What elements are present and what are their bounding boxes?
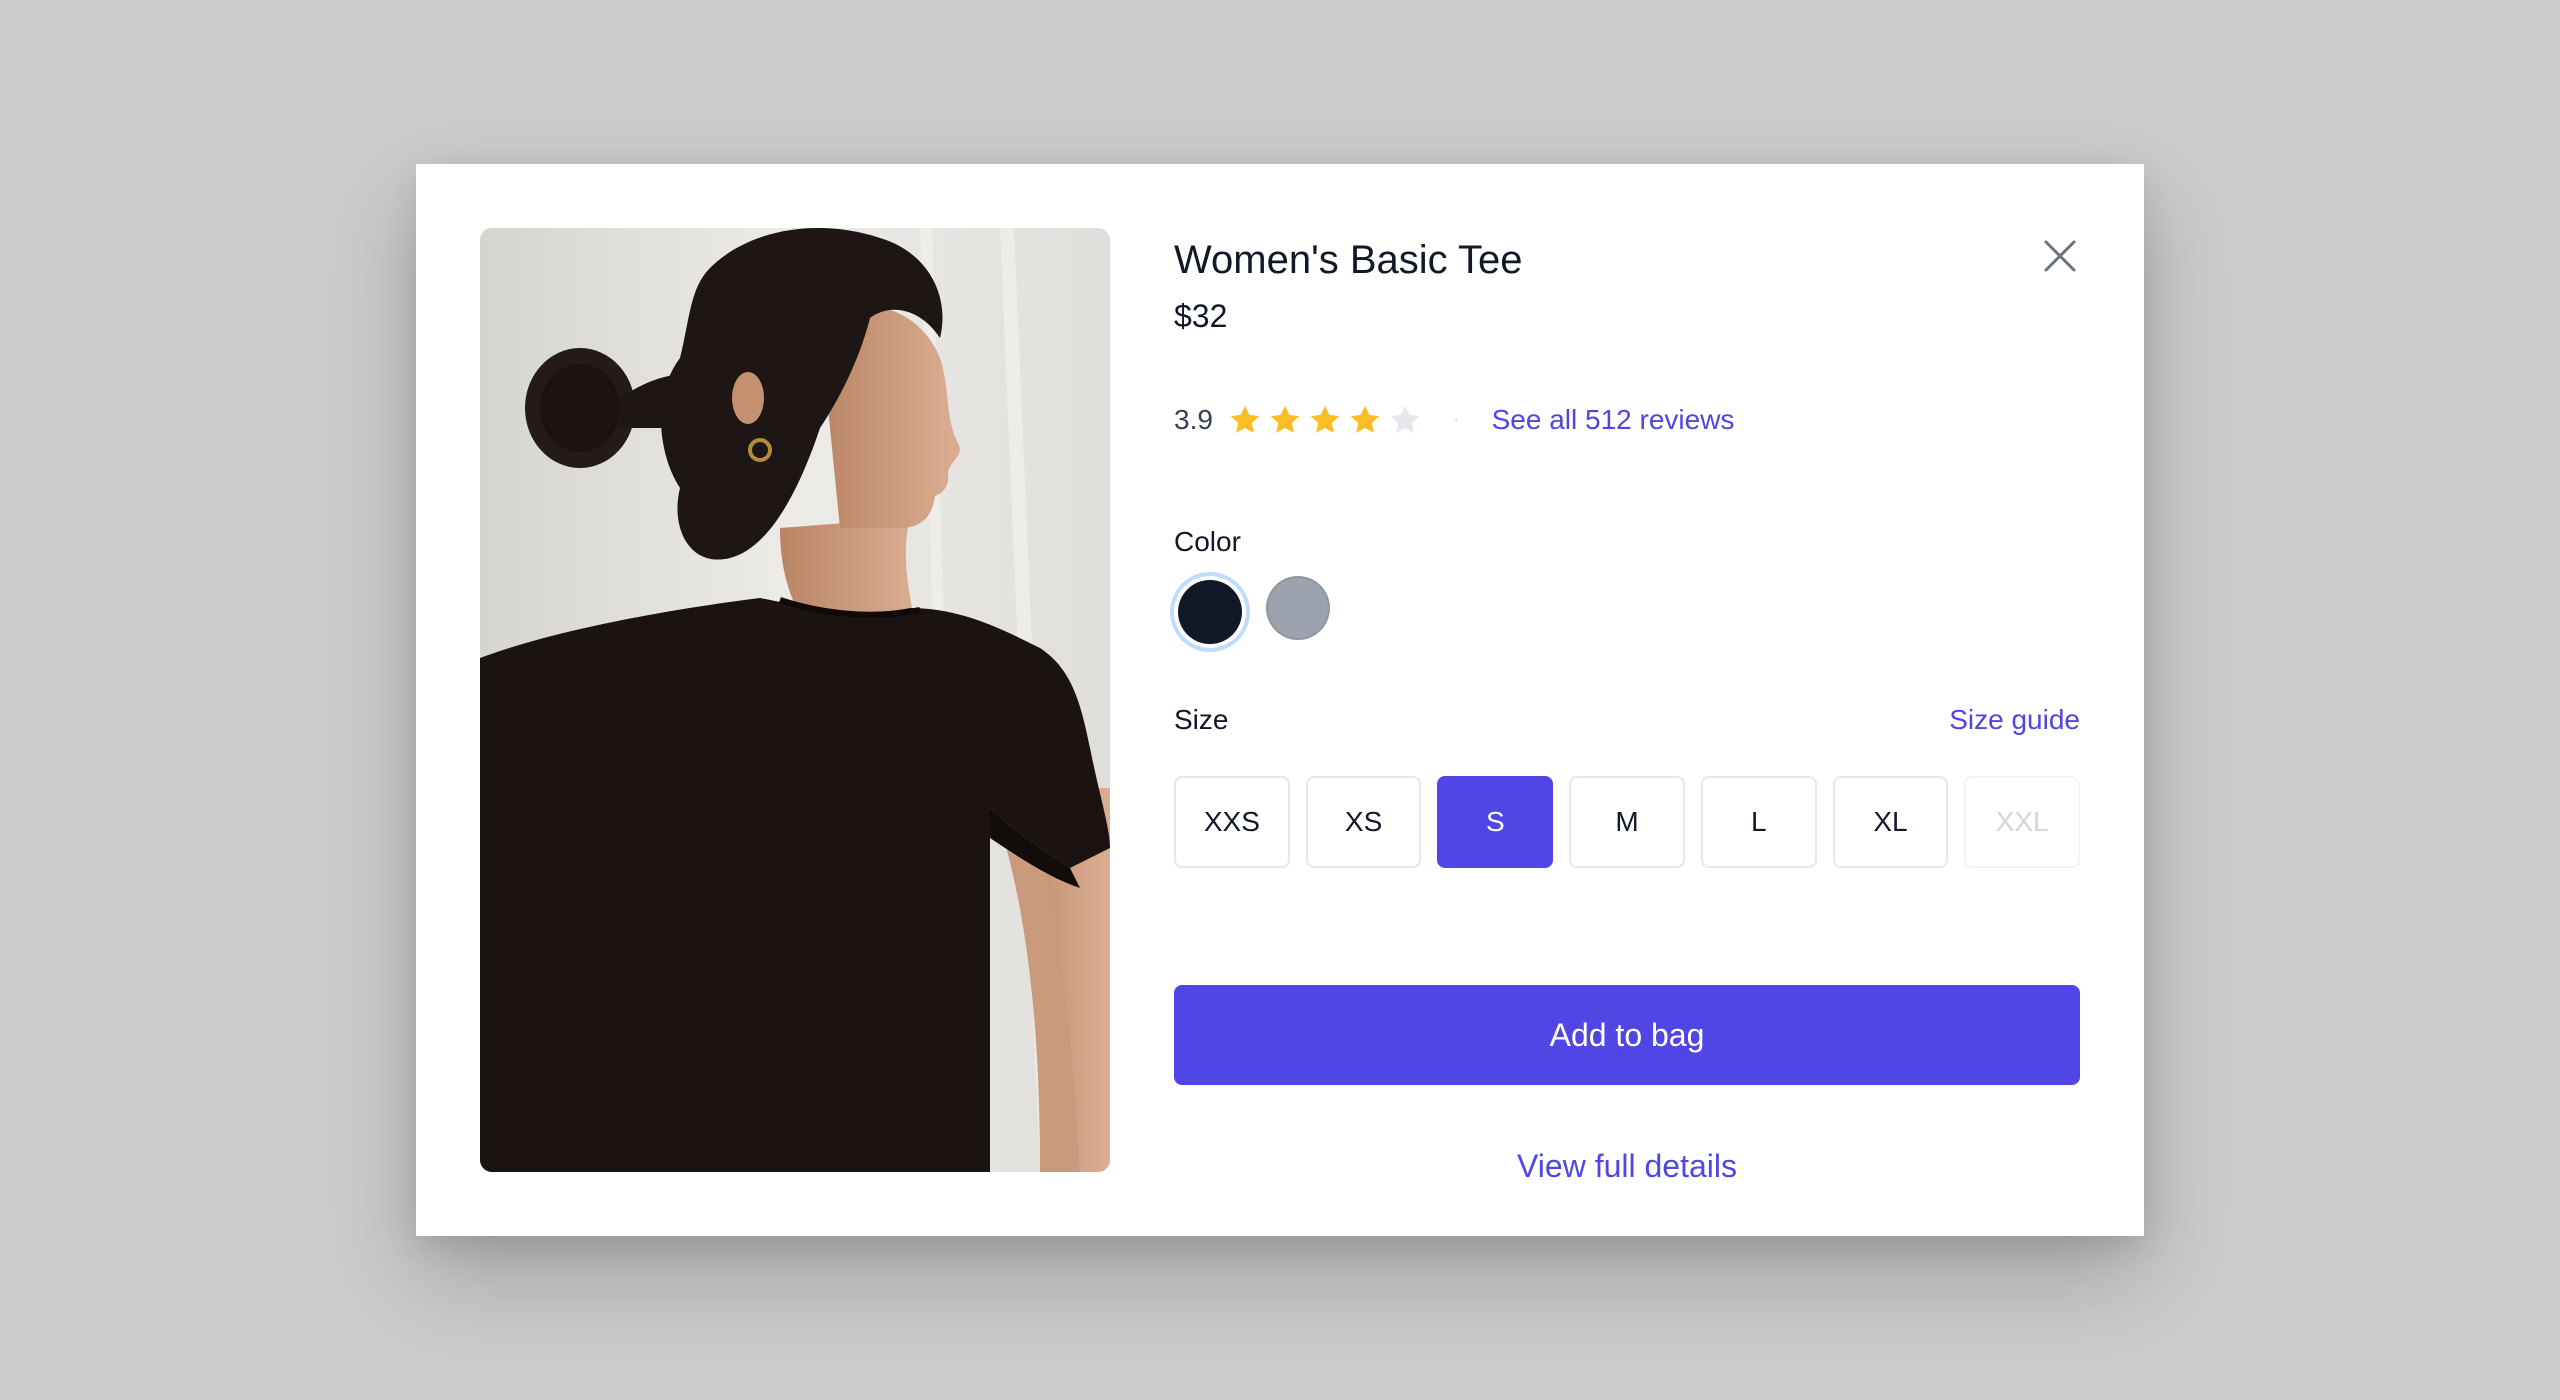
size-option-xxl: XXL xyxy=(1964,776,2081,868)
size-options: XXS XS S M L XL XXL xyxy=(1174,776,2081,868)
rating-stars xyxy=(1227,402,1423,438)
color-swatch-black[interactable] xyxy=(1178,580,1242,644)
star-icon xyxy=(1350,405,1380,433)
size-option-s[interactable]: S xyxy=(1437,776,1554,868)
color-label: Color xyxy=(1174,526,1241,557)
rating-value: 3.9 xyxy=(1174,404,1213,435)
separator-dot: · xyxy=(1452,408,1460,431)
star-icon xyxy=(1270,405,1300,433)
product-title: Women's Basic Tee xyxy=(1174,238,1523,282)
quick-view-modal: Women's Basic Tee $32 3.9 · See all 512 … xyxy=(416,164,2144,1236)
size-option-xxs[interactable]: XXS xyxy=(1174,776,1290,868)
product-price: $32 xyxy=(1174,298,1228,334)
color-swatches xyxy=(1174,576,1330,644)
color-swatch-gray[interactable] xyxy=(1266,576,1330,640)
size-option-l[interactable]: L xyxy=(1700,776,1817,868)
view-full-details-link[interactable]: View full details xyxy=(1174,1148,2080,1185)
size-option-m[interactable]: M xyxy=(1569,776,1685,868)
close-icon xyxy=(2044,240,2076,272)
product-image xyxy=(480,228,1110,1172)
star-icon xyxy=(1230,405,1260,433)
product-photo xyxy=(480,228,1110,1172)
size-option-xl[interactable]: XL xyxy=(1832,776,1949,868)
size-header: Size Size guide xyxy=(1174,704,2080,736)
size-label: Size xyxy=(1174,704,1229,735)
add-to-bag-button[interactable]: Add to bag xyxy=(1174,985,2080,1085)
size-guide-link[interactable]: Size guide xyxy=(1949,704,2080,736)
see-all-reviews-link[interactable]: See all 512 reviews xyxy=(1492,404,1735,436)
star-icon xyxy=(1390,405,1420,433)
star-icon xyxy=(1310,405,1340,433)
rating-row: 3.9 · See all 512 reviews xyxy=(1174,400,1734,440)
close-button[interactable] xyxy=(2030,226,2090,286)
size-option-xs[interactable]: XS xyxy=(1305,776,1422,868)
